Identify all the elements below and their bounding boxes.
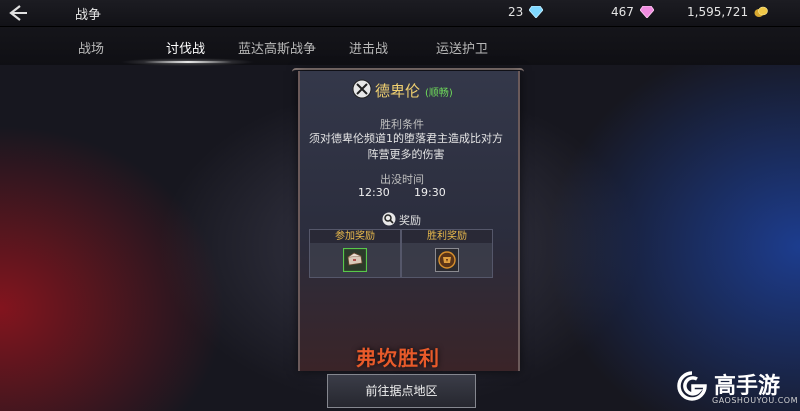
boss-name: 德卑伦 bbox=[375, 82, 421, 100]
back-arrow-icon[interactable] bbox=[6, 3, 28, 23]
chest-icon[interactable] bbox=[435, 248, 459, 272]
spawn-time-2: 19:30 bbox=[414, 186, 446, 199]
pink-diamond-currency: 467 bbox=[611, 5, 654, 19]
crossed-swords-icon bbox=[352, 79, 372, 99]
tab-randagos-war[interactable]: 蓝达高斯战争 bbox=[238, 38, 316, 57]
watermark-logo-icon bbox=[677, 371, 707, 401]
box-icon[interactable] bbox=[343, 248, 367, 272]
participation-reward: 参加奖励 bbox=[309, 229, 401, 278]
pink-diamond-icon bbox=[639, 6, 654, 18]
pink-diamond-count: 467 bbox=[611, 5, 634, 19]
spawn-time-1: 12:30 bbox=[358, 186, 390, 199]
spawn-time-title: 出没时间 bbox=[380, 173, 424, 186]
diamond-currency: 23 bbox=[508, 5, 544, 19]
tab-assault[interactable]: 进击战 bbox=[349, 38, 388, 57]
victory-reward-label: 胜利奖励 bbox=[402, 230, 492, 243]
go-to-stronghold-button[interactable]: 前往据点地区 bbox=[327, 374, 476, 408]
watermark-url: GAOSHOUYOU.COM bbox=[712, 396, 799, 405]
tab-battlefield[interactable]: 战场 bbox=[78, 38, 104, 57]
victory-condition-text: 须对德卑伦频道1的堕落君主造成比对方阵营更多的伤害 bbox=[309, 132, 503, 161]
victory-reward: 胜利奖励 bbox=[401, 229, 493, 278]
participation-reward-label: 参加奖励 bbox=[310, 230, 400, 243]
tab-subjugation[interactable]: 讨伐战 bbox=[166, 38, 205, 57]
top-bar: 战争 23 467 1,595,721 bbox=[0, 0, 800, 27]
diamond-count: 23 bbox=[508, 5, 524, 19]
search-icon bbox=[382, 212, 396, 226]
victory-condition-title: 胜利条件 bbox=[380, 118, 424, 131]
boss-status: (顺畅) bbox=[425, 88, 453, 99]
page-title: 战争 bbox=[75, 8, 102, 23]
active-tab-underline bbox=[144, 61, 232, 63]
diamond-icon bbox=[529, 6, 544, 18]
battle-result: 弗坎胜利 bbox=[356, 346, 440, 370]
rewards-title: 奖励 bbox=[399, 214, 421, 227]
tab-escort[interactable]: 运送护卫 bbox=[436, 38, 488, 57]
gold-coin-icon bbox=[754, 6, 768, 17]
gold-count: 1,595,721 bbox=[687, 5, 749, 19]
gold-currency: 1,595,721 bbox=[687, 5, 768, 19]
